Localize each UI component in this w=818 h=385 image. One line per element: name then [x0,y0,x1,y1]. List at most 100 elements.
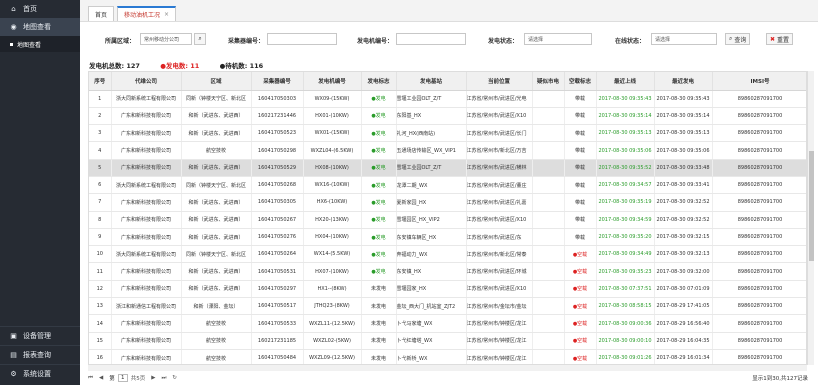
table-cell: 未发电 [361,280,397,299]
table-row[interactable]: 1 浙大同新系统工程有限公司 同新（钟楼天宁区、新北区 160417050303 WX0… [89,90,806,108]
table-cell: 160417050531 [251,262,304,281]
search-icon[interactable]: ⌕ [194,33,206,45]
column-header[interactable]: 最近上线 [596,72,655,91]
table-row[interactable]: 7 广东和新科技有限公司 和新（武进东、武进西） 160417050305 HX6-(1… [89,193,806,212]
reset-button[interactable]: ✖ 重置 [766,33,794,45]
table-row[interactable]: 3 广东和新科技有限公司 和新（武进东、武进西） 160417050523 WX01-(… [89,124,806,143]
table-cell: 89860287091700 [712,314,806,333]
search-button[interactable]: ⌕ 查询 [725,33,751,45]
table-cell: 广东和新科技有限公司 [111,124,182,143]
table-row[interactable]: 2 广东和新科技有限公司 和新（武进东、武进西） 160217231446 HX01-(… [89,107,806,126]
table-row[interactable]: 10 浙大同新系统工程有限公司 同新（钟楼天宁区、新北区 160417050264 WX… [89,245,806,264]
refresh-icon[interactable]: ↻ [172,375,177,381]
column-header[interactable]: 疑似市电 [532,72,565,91]
table-cell: WXZL11-(12.5KW) [303,314,362,333]
column-header[interactable]: IMSI号 [712,72,806,91]
page-total: 共5页 [130,376,146,382]
table-cell: 2017-08-30 09:35:19 [596,193,655,212]
table-cell [532,314,565,333]
scrollbar-thumb[interactable] [809,151,814,261]
table-row[interactable]: 12 广东和新科技有限公司 和新（武进东、武进西） 160417050297 HX1--… [89,280,806,299]
next-page-icon[interactable]: ▶ [151,375,155,381]
table-cell: 未发电 [361,297,397,316]
table-row[interactable]: 6 浙大同新系统工程有限公司 同新（钟楼天宁区、新北区 160417050268 WX1… [89,176,806,195]
table-cell [532,349,565,364]
table-cell: 2017-08-30 09:35:14 [654,107,713,126]
table-cell: 4 [89,141,112,160]
sidebar-subitem-map-view[interactable]: 地图查看 [0,36,80,52]
table-row[interactable]: 8 广东和新科技有限公司 和新（武进东、武进西） 160417050267 HX20-(… [89,211,806,229]
table-row[interactable]: 16 广东和新科技有限公司 航空技校 160417050484 WXZL09-(12.5… [89,349,806,364]
column-header[interactable]: 发电基站 [396,72,467,91]
table-cell: 160217231185 [251,332,304,350]
power-status-select[interactable]: 请选择 [524,33,592,45]
column-header[interactable]: 发电机编号 [303,72,362,91]
table-cell: 和新（溧阳、金坛） [181,297,252,316]
column-header[interactable]: 区域 [181,72,252,91]
table-cell: 2017-08-30 09:33:48 [654,159,713,177]
total-count: 发电机总数: 127 [89,62,140,70]
area-select[interactable]: 常州移动分公司 [140,33,192,45]
table-cell: 89860287091700 [712,297,806,316]
table-cell: 五通场店传输区_WX_VIP1 [396,141,467,160]
table-cell: 89860287091700 [712,90,806,108]
sidebar-item-report[interactable]: ▤ 报表查询 [0,345,80,364]
table-cell: 未发电 [361,314,397,333]
table-cell: 广东和新科技有限公司 [111,159,182,177]
table-cell [532,193,565,212]
prev-page-icon[interactable]: ◀ [99,375,103,381]
column-header[interactable]: 代维公司 [111,72,182,91]
table-cell [532,280,565,299]
table-row[interactable]: 11 广东和新科技有限公司 和新（武进东、武进西） 160417050531 HX07-… [89,262,806,281]
table-cell: 未发电 [361,332,397,350]
column-header[interactable]: 发电标志 [361,72,397,91]
sidebar-item-home[interactable]: ⌂ 首页 [0,0,80,18]
vertical-scrollbar[interactable] [807,71,814,365]
genset-input[interactable] [396,33,466,45]
table-cell: 2017-08-30 09:32:13 [654,245,713,264]
first-page-icon[interactable]: ⏮ [88,375,93,382]
table-cell: 89860287091700 [712,245,806,264]
column-header[interactable]: 最近发电 [654,72,713,91]
table-row[interactable]: 13 浙江和新通信工程有限公司 和新（溧阳、金坛） 160417050517 JTHQ2… [89,297,806,316]
table-cell: 2017-08-29 16:01:34 [654,349,713,364]
table-row[interactable]: 15 广东和新科技有限公司 航空技校 160217231185 WXZL02-(5KW)… [89,332,806,350]
table-cell: 带载 [564,124,597,143]
table-cell: 89860287091700 [712,193,806,212]
column-header[interactable]: 采集器编号 [251,72,304,91]
table-row[interactable]: 14 广东和新科技有限公司 航空技校 160417050533 WXZL11-(12.5… [89,314,806,333]
sidebar-item-map[interactable]: ◉ 地图查看 [0,18,80,36]
table-cell [532,176,565,195]
online-status-select[interactable]: 请选择 [651,33,717,45]
table-cell: 2017-08-30 09:34:49 [596,245,655,264]
table-row[interactable]: 4 广东和新科技有限公司 航空技校 160417050298 WXZL04-(6.5KW… [89,141,806,160]
table-cell: 13 [89,297,112,316]
last-page-icon[interactable]: ⏭ [161,375,166,382]
tab-genset-status[interactable]: 移动油机工况 × [117,6,177,21]
table-cell: 2017-08-30 09:32:00 [654,262,713,281]
table-cell: 89860287091700 [712,141,806,160]
column-header[interactable]: 序号 [89,72,112,91]
sidebar-item-device[interactable]: ▣ 设备管理 [0,326,80,345]
table-cell: 2017-08-29 17:41:05 [654,297,713,316]
horizontal-scrollbar[interactable] [88,365,807,371]
sidebar-item-settings[interactable]: ⚙ 系统设置 [0,364,80,383]
page-input[interactable]: 1 [117,374,128,382]
close-icon[interactable]: × [164,11,169,18]
table-cell: 广东和新科技有限公司 [111,262,182,281]
table-cell: WX09-(15KW) [303,90,362,108]
table-row[interactable]: 5 广东和新科技有限公司 和新（武进东、武进西） 160417050529 HX08-(… [89,159,806,177]
collector-input[interactable] [267,33,337,45]
table-cell: 160417050523 [251,124,304,143]
reset-button-label: 重置 [777,36,790,44]
column-header[interactable]: 当前位置 [466,72,533,91]
table-cell: WXZL04-(6.5KW) [303,141,362,160]
tab-home[interactable]: 首页 [88,6,115,21]
table-cell: 广东和新科技有限公司 [111,314,182,333]
table-cell: 2017-08-30 09:35:13 [654,124,713,143]
column-header[interactable]: 空载标志 [564,72,597,91]
table-row[interactable]: 9 广东和新科技有限公司 和新（武进东、武进西） 160417050276 HX04-(… [89,228,806,247]
table-cell [532,211,565,229]
search-button-label: 查询 [734,36,747,44]
table-cell: HX08-(10KW) [303,159,362,177]
